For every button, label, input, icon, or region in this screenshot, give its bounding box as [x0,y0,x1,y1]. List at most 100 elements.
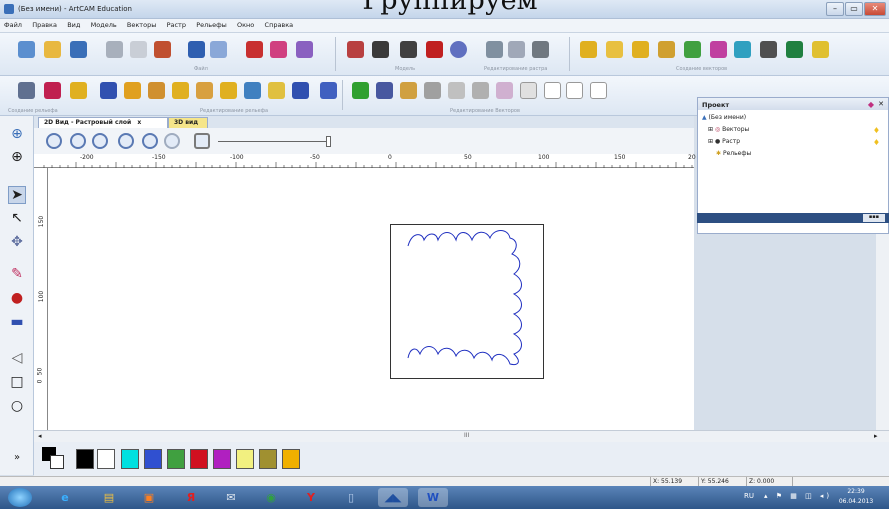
raster-color-icon[interactable] [450,41,467,58]
vector-edit-10-icon[interactable] [566,82,583,99]
yandex-browser-icon[interactable]: Y [296,488,326,507]
vector-edit-11-icon[interactable] [590,82,607,99]
vector-edit-8-icon[interactable] [520,82,537,99]
menu-file[interactable]: Файл [0,19,26,31]
palette-swatch[interactable] [144,449,162,469]
vector-text-icon[interactable] [760,41,777,58]
polyline-icon[interactable]: ◁ [8,350,26,366]
menu-raster[interactable]: Растр [163,19,190,31]
vector-edit-5-icon[interactable] [448,82,465,99]
notepad-icon[interactable]: ▯ [336,488,366,507]
tree-item-raster[interactable]: ⊞ ● Растр [708,138,740,145]
relief-tool-1-icon[interactable] [100,82,117,99]
cut-icon[interactable] [106,41,123,58]
menu-reliefs[interactable]: Рельефы [192,19,231,31]
scroll-right-icon[interactable]: ▸ [874,432,878,440]
raster-paint-icon[interactable] [347,41,364,58]
scroll-thumb-grip[interactable]: III [464,432,469,439]
vector-draw-icon[interactable] [580,41,597,58]
explorer-folder-icon[interactable]: ▤ [94,488,124,507]
relief-tool-5-icon[interactable] [196,82,213,99]
vector-edit-6-icon[interactable] [472,82,489,99]
tab-3d-view[interactable]: 3D вид [168,117,208,128]
menu-view[interactable]: Вид [63,19,84,31]
media-player-icon[interactable]: ▣ [134,488,164,507]
minimize-button[interactable]: – [826,2,844,16]
palette-swatch[interactable] [282,449,300,469]
raster-erase-icon[interactable] [426,41,443,58]
relief-tool-8-icon[interactable] [268,82,285,99]
tree-item-vectors[interactable]: ⊞ ◎ Векторы [708,126,749,133]
zoom-slider-thumb[interactable] [326,136,331,147]
undo-icon[interactable] [188,41,205,58]
palette-swatch[interactable] [76,449,94,469]
relief-shape-icon[interactable] [18,82,35,99]
clock-date[interactable]: 06.04.2013 [832,498,880,505]
vector-spiral-icon[interactable] [684,41,701,58]
palette-swatch[interactable] [259,449,277,469]
tray-icons[interactable]: ▴ ⚑ ▦ ◫ ◂) [764,492,832,500]
paint-brush-icon[interactable]: ✎ [8,266,26,282]
maximize-button[interactable]: ▭ [845,2,863,16]
chrome-icon[interactable]: ◉ [256,488,286,507]
fill-icon[interactable]: ● [8,290,26,306]
palette-swatch[interactable] [236,449,254,469]
raster-grid-icon[interactable] [400,41,417,58]
measure-icon[interactable] [246,41,263,58]
relief-tool-3-icon[interactable] [148,82,165,99]
menu-window[interactable]: Окно [233,19,258,31]
relief-extrude-icon[interactable] [44,82,61,99]
mail-icon[interactable]: ✉ [216,488,246,507]
clock-time[interactable]: 22:39 [836,488,876,495]
scroll-left-icon[interactable]: ◂ [38,432,42,440]
visibility-bulb-icon[interactable]: ♦ [873,138,880,147]
close-button[interactable]: ✕ [864,2,886,16]
zoom-box-icon[interactable] [164,133,180,149]
relief-tool-9-icon[interactable] [292,82,309,99]
relief-tool-7-icon[interactable] [244,82,261,99]
vector-extra-icon[interactable] [812,41,829,58]
relief-tool-6-icon[interactable] [220,82,237,99]
raster-shape-icon[interactable] [508,41,525,58]
tree-item-reliefs[interactable]: ✱ Рельефы [716,150,751,157]
vector-node-icon[interactable] [606,41,623,58]
zoom-model-icon[interactable] [118,133,134,149]
menu-help[interactable]: Справка [261,19,298,31]
internet-explorer-icon[interactable]: e [50,488,80,507]
drawing-canvas[interactable] [48,168,694,430]
relief-tool-2-icon[interactable] [124,82,141,99]
expand-icon[interactable]: ⊞ [708,138,713,145]
vector-edit-9-icon[interactable] [544,82,561,99]
zoom-slider-track[interactable] [218,141,328,142]
menu-vectors[interactable]: Векторы [123,19,160,31]
rectangle-icon[interactable]: □ [8,374,26,390]
more-tools-chevron-icon[interactable]: » [8,450,26,466]
zoom-out-icon[interactable] [70,133,86,149]
yandex-icon[interactable]: Я [176,488,206,507]
vector-grid-icon[interactable] [786,41,803,58]
word-icon[interactable]: W [418,488,448,507]
new-file-icon[interactable] [18,41,35,58]
pan-icon[interactable]: ⊕ [8,149,26,165]
transform-icon[interactable]: ✥ [8,234,26,250]
vector-edit-4-icon[interactable] [424,82,441,99]
vector-curve-icon[interactable] [632,41,649,58]
vector-edit-2-icon[interactable] [376,82,393,99]
vector-edit-7-icon[interactable] [496,82,513,99]
panel-close-icon[interactable]: ✕ [878,100,884,108]
horizontal-scrollbar[interactable]: ◂ III ▸ [34,430,889,442]
zoom-fit-icon[interactable]: ⊕ [8,126,26,142]
vector-arc-icon[interactable] [710,41,727,58]
zoom-selection-icon[interactable] [142,133,158,149]
copy-icon[interactable] [130,41,147,58]
palette-swatch[interactable] [213,449,231,469]
zoom-previous-icon[interactable] [92,133,108,149]
start-button[interactable] [8,488,32,507]
raster-fill-icon[interactable] [372,41,389,58]
settings-gear-icon[interactable] [194,133,210,149]
palette-swatch[interactable] [167,449,185,469]
redo-icon[interactable] [210,41,227,58]
zoom-in-icon[interactable] [46,133,62,149]
tab-close-icon[interactable]: x [137,119,141,126]
toolpath-icon[interactable] [296,41,313,58]
